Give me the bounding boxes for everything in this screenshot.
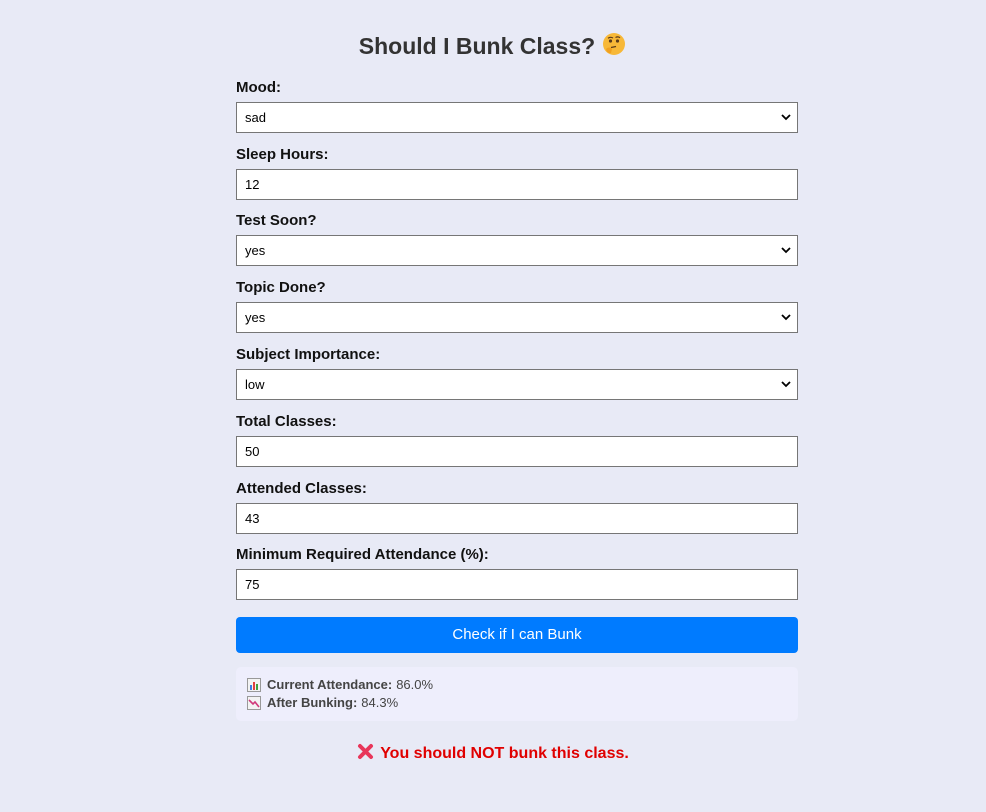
- input-value: 12: [245, 177, 260, 192]
- check-bunk-button[interactable]: Check if I can Bunk: [236, 617, 798, 653]
- field-label: Topic Done?: [236, 279, 326, 296]
- test-soon-select[interactable]: yes: [236, 235, 798, 266]
- page-title: Should I Bunk Class?: [0, 31, 986, 63]
- field-mood: Mood: sad: [236, 79, 798, 133]
- thinking-face-icon: [601, 31, 627, 63]
- current-attendance-row: Current Attendance: 86.0%: [247, 676, 787, 694]
- after-bunking-label: After Bunking:: [267, 695, 358, 710]
- field-label: Minimum Required Attendance (%):: [236, 546, 489, 563]
- topic-done-select[interactable]: yes: [236, 302, 798, 333]
- after-bunking-value: 84.3%: [361, 695, 399, 710]
- bar-chart-icon: [247, 678, 261, 692]
- total-classes-input[interactable]: 50: [236, 436, 798, 467]
- field-total-classes: Total Classes: 50: [236, 413, 798, 467]
- subject-importance-select[interactable]: low: [236, 369, 798, 400]
- field-sleep-hours: Sleep Hours: 12: [236, 146, 798, 200]
- field-label: Test Soon?: [236, 212, 317, 229]
- cross-mark-icon: [357, 743, 374, 765]
- current-attendance-label: Current Attendance:: [267, 677, 393, 692]
- chevron-down-icon: [781, 314, 791, 321]
- field-test-soon: Test Soon? yes: [236, 212, 798, 266]
- chevron-down-icon: [781, 114, 791, 121]
- mood-select[interactable]: sad: [236, 102, 798, 133]
- select-value: yes: [245, 310, 266, 325]
- field-label: Subject Importance:: [236, 346, 381, 363]
- verdict-text: You should NOT bunk this class.: [380, 745, 629, 762]
- input-value: 75: [245, 577, 260, 592]
- select-value: sad: [245, 110, 266, 125]
- field-label: Attended Classes:: [236, 480, 367, 497]
- select-value: yes: [245, 243, 266, 258]
- chevron-down-icon: [781, 247, 791, 254]
- field-min-attendance: Minimum Required Attendance (%): 75: [236, 546, 798, 600]
- min-attendance-input[interactable]: 75: [236, 569, 798, 600]
- select-value: low: [245, 377, 265, 392]
- attended-classes-input[interactable]: 43: [236, 503, 798, 534]
- chevron-down-icon: [781, 381, 791, 388]
- sleep-hours-input[interactable]: 12: [236, 169, 798, 200]
- current-attendance-value: 86.0%: [396, 677, 434, 692]
- verdict-message: You should NOT bunk this class.: [0, 743, 986, 765]
- attendance-stats: Current Attendance: 86.0% After Bunking:…: [236, 667, 798, 721]
- chart-decreasing-icon: [247, 696, 261, 710]
- field-label: Total Classes:: [236, 413, 337, 430]
- after-bunking-row: After Bunking: 84.3%: [247, 694, 787, 712]
- field-topic-done: Topic Done? yes: [236, 279, 798, 333]
- field-label: Mood:: [236, 79, 281, 96]
- field-subject-importance: Subject Importance: low: [236, 346, 798, 400]
- input-value: 43: [245, 511, 260, 526]
- field-label: Sleep Hours:: [236, 146, 329, 163]
- input-value: 50: [245, 444, 260, 459]
- field-attended-classes: Attended Classes: 43: [236, 480, 798, 534]
